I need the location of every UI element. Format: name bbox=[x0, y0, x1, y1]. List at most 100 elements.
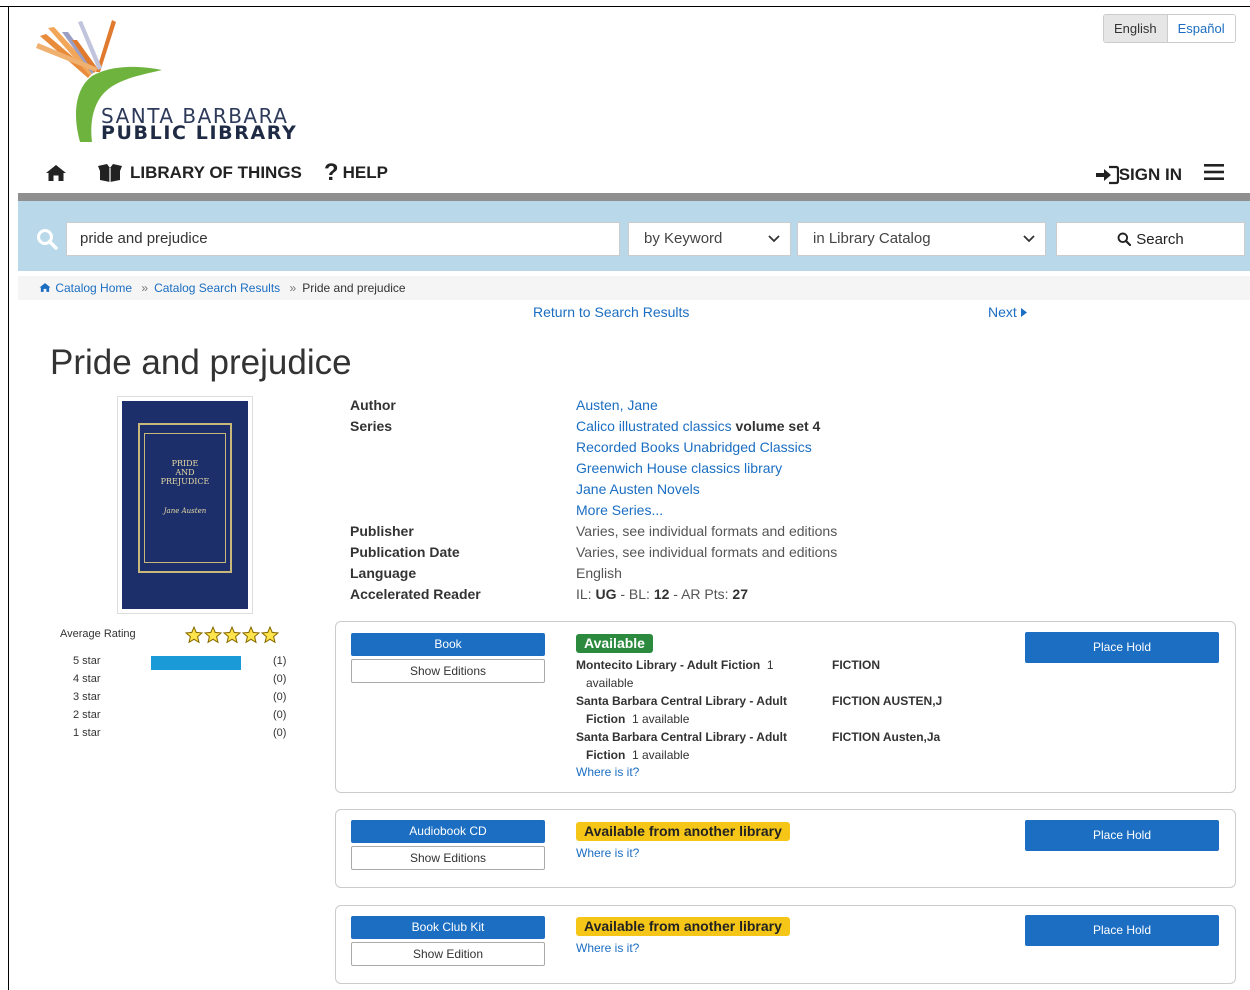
rating-row-5: 5 star (1) bbox=[73, 655, 293, 670]
rating-bar-fill bbox=[151, 656, 241, 670]
average-rating-stars[interactable] bbox=[185, 626, 280, 644]
accelerated-reader-value: IL: UG - BL: 12 - AR Pts: 27 bbox=[576, 586, 748, 602]
page-title: Pride and prejudice bbox=[50, 343, 352, 382]
search-type-value: by Keyword bbox=[644, 230, 723, 247]
sign-in-label: SIGN IN bbox=[1118, 164, 1182, 184]
copy-location-2: Santa Barbara Central Library - Adult Fic… bbox=[576, 692, 816, 728]
nav-home[interactable] bbox=[44, 163, 74, 183]
breadcrumb-catalog-home[interactable]: Catalog Home bbox=[55, 281, 132, 295]
home-icon bbox=[39, 283, 51, 292]
series-value-3: Greenwich House classics library bbox=[576, 460, 782, 476]
search-input[interactable]: pride and prejudice bbox=[66, 222, 620, 256]
return-to-results-link[interactable]: Return to Search Results bbox=[533, 304, 689, 320]
search-button-label: Search bbox=[1136, 230, 1184, 248]
location-name: Santa Barbara Central Library - Adult bbox=[576, 694, 787, 708]
star-icon bbox=[242, 626, 260, 644]
search-button[interactable]: Search bbox=[1056, 222, 1245, 256]
book-cover-image: PRIDE AND PREJUDICE Jane Austen bbox=[122, 401, 248, 609]
status-badge-available: Available bbox=[576, 634, 653, 653]
format-audiobook-button[interactable]: Audiobook CD bbox=[351, 820, 545, 843]
next-label: Next bbox=[988, 304, 1017, 320]
language-value: English bbox=[576, 565, 622, 581]
kit-where-is-it-link[interactable]: Where is it? bbox=[576, 941, 639, 955]
language-label: Language bbox=[350, 565, 417, 581]
kit-show-edition-button[interactable]: Show Edition bbox=[351, 942, 545, 966]
menu-button[interactable] bbox=[1204, 163, 1224, 186]
home-icon bbox=[46, 165, 66, 181]
location-name-continued: Fiction bbox=[586, 748, 626, 762]
nav-help-label: HELP bbox=[342, 163, 388, 182]
author-label: Author bbox=[350, 397, 396, 413]
language-switcher: English Español bbox=[1103, 14, 1236, 43]
series-link-4[interactable]: Jane Austen Novels bbox=[576, 481, 700, 497]
rating-bar bbox=[151, 674, 241, 688]
book-where-is-it-link[interactable]: Where is it? bbox=[576, 765, 639, 779]
hamburger-menu-icon bbox=[1204, 164, 1224, 180]
nav-library-of-things[interactable]: LIBRARY OF THINGS bbox=[96, 163, 302, 183]
rating-bar bbox=[151, 710, 241, 724]
rating-row-count: (1) bbox=[273, 655, 287, 667]
chevron-down-icon bbox=[768, 235, 780, 243]
series-value-2: Recorded Books Unabridged Classics bbox=[576, 439, 812, 455]
caret-right-icon bbox=[1020, 308, 1027, 317]
copy-location-3: Santa Barbara Central Library - Adult Fic… bbox=[576, 728, 816, 764]
rating-row-3: 3 star (0) bbox=[73, 691, 293, 705]
rating-bar bbox=[151, 656, 241, 670]
cover-inner-frame bbox=[144, 433, 226, 563]
rating-row-count: (0) bbox=[273, 673, 287, 685]
magnifier-icon bbox=[1117, 232, 1132, 246]
series-link-2[interactable]: Recorded Books Unabridged Classics bbox=[576, 439, 812, 455]
window-top-border bbox=[0, 6, 1250, 7]
language-espanol[interactable]: Español bbox=[1167, 15, 1235, 42]
search-scope-select[interactable]: in Library Catalog bbox=[797, 222, 1046, 256]
rating-row-count: (0) bbox=[273, 727, 287, 739]
author-value: Austen, Jane bbox=[576, 397, 658, 413]
book-show-editions-button[interactable]: Show Editions bbox=[351, 659, 545, 683]
ar-pts-label: - AR Pts: bbox=[673, 586, 729, 602]
rating-row-label: 4 star bbox=[73, 673, 101, 685]
audiobook-where-is-it-link[interactable]: Where is it? bbox=[576, 846, 639, 860]
series-label: Series bbox=[350, 418, 393, 434]
more-series-link[interactable]: More Series... bbox=[576, 502, 663, 518]
rating-row-count: (0) bbox=[273, 709, 287, 721]
breadcrumb-current: Pride and prejudice bbox=[302, 281, 406, 295]
question-icon: ? bbox=[323, 159, 339, 186]
copy-location-1: Montecito Library - Adult Fiction 1 avail… bbox=[576, 656, 816, 692]
book-cover[interactable]: PRIDE AND PREJUDICE Jane Austen bbox=[117, 396, 253, 614]
box-open-icon bbox=[98, 164, 122, 182]
cover-text-1: PRIDE bbox=[171, 459, 199, 468]
location-name-continued: Fiction bbox=[586, 712, 626, 726]
search-icon bbox=[37, 229, 58, 250]
author-link[interactable]: Austen, Jane bbox=[576, 397, 658, 413]
audiobook-show-editions-button[interactable]: Show Editions bbox=[351, 846, 545, 870]
status-badge-other-library: Available from another library bbox=[576, 822, 790, 841]
series-link-3[interactable]: Greenwich House classics library bbox=[576, 460, 782, 476]
sign-in-link[interactable]: SIGN IN bbox=[1095, 165, 1182, 185]
accelerated-reader-label: Accelerated Reader bbox=[350, 586, 481, 602]
rating-row-4: 4 star (0) bbox=[73, 673, 293, 687]
language-english[interactable]: English bbox=[1104, 15, 1168, 42]
series-link-1[interactable]: Calico illustrated classics bbox=[576, 418, 732, 434]
star-icon bbox=[223, 626, 241, 644]
kit-place-hold-button[interactable]: Place Hold bbox=[1025, 915, 1219, 946]
star-icon bbox=[185, 626, 203, 644]
call-number-3: FICTION Austen,Ja bbox=[832, 730, 941, 744]
next-link[interactable]: Next bbox=[988, 304, 1027, 320]
audiobook-place-hold-button[interactable]: Place Hold bbox=[1025, 820, 1219, 851]
nav-library-of-things-label: LIBRARY OF THINGS bbox=[130, 163, 302, 182]
rating-bar bbox=[151, 692, 241, 706]
search-type-select[interactable]: by Keyword bbox=[628, 222, 791, 256]
publisher-value: Varies, see individual formats and editi… bbox=[576, 523, 838, 539]
breadcrumb-separator: » bbox=[289, 281, 297, 295]
book-place-hold-button[interactable]: Place Hold bbox=[1025, 632, 1219, 663]
rating-bar bbox=[151, 728, 241, 742]
nav-help[interactable]: ? HELP bbox=[323, 159, 388, 186]
series-volume: volume set 4 bbox=[735, 418, 821, 434]
location-count: 1 bbox=[766, 658, 774, 672]
rating-row-label: 5 star bbox=[73, 655, 101, 667]
format-book-button[interactable]: Book bbox=[351, 633, 545, 656]
format-book-club-kit-button[interactable]: Book Club Kit bbox=[351, 916, 545, 939]
main-nav: LIBRARY OF THINGS ? HELP bbox=[44, 159, 410, 186]
breadcrumb-search-results[interactable]: Catalog Search Results bbox=[154, 281, 280, 295]
rating-row-count: (0) bbox=[273, 691, 287, 703]
